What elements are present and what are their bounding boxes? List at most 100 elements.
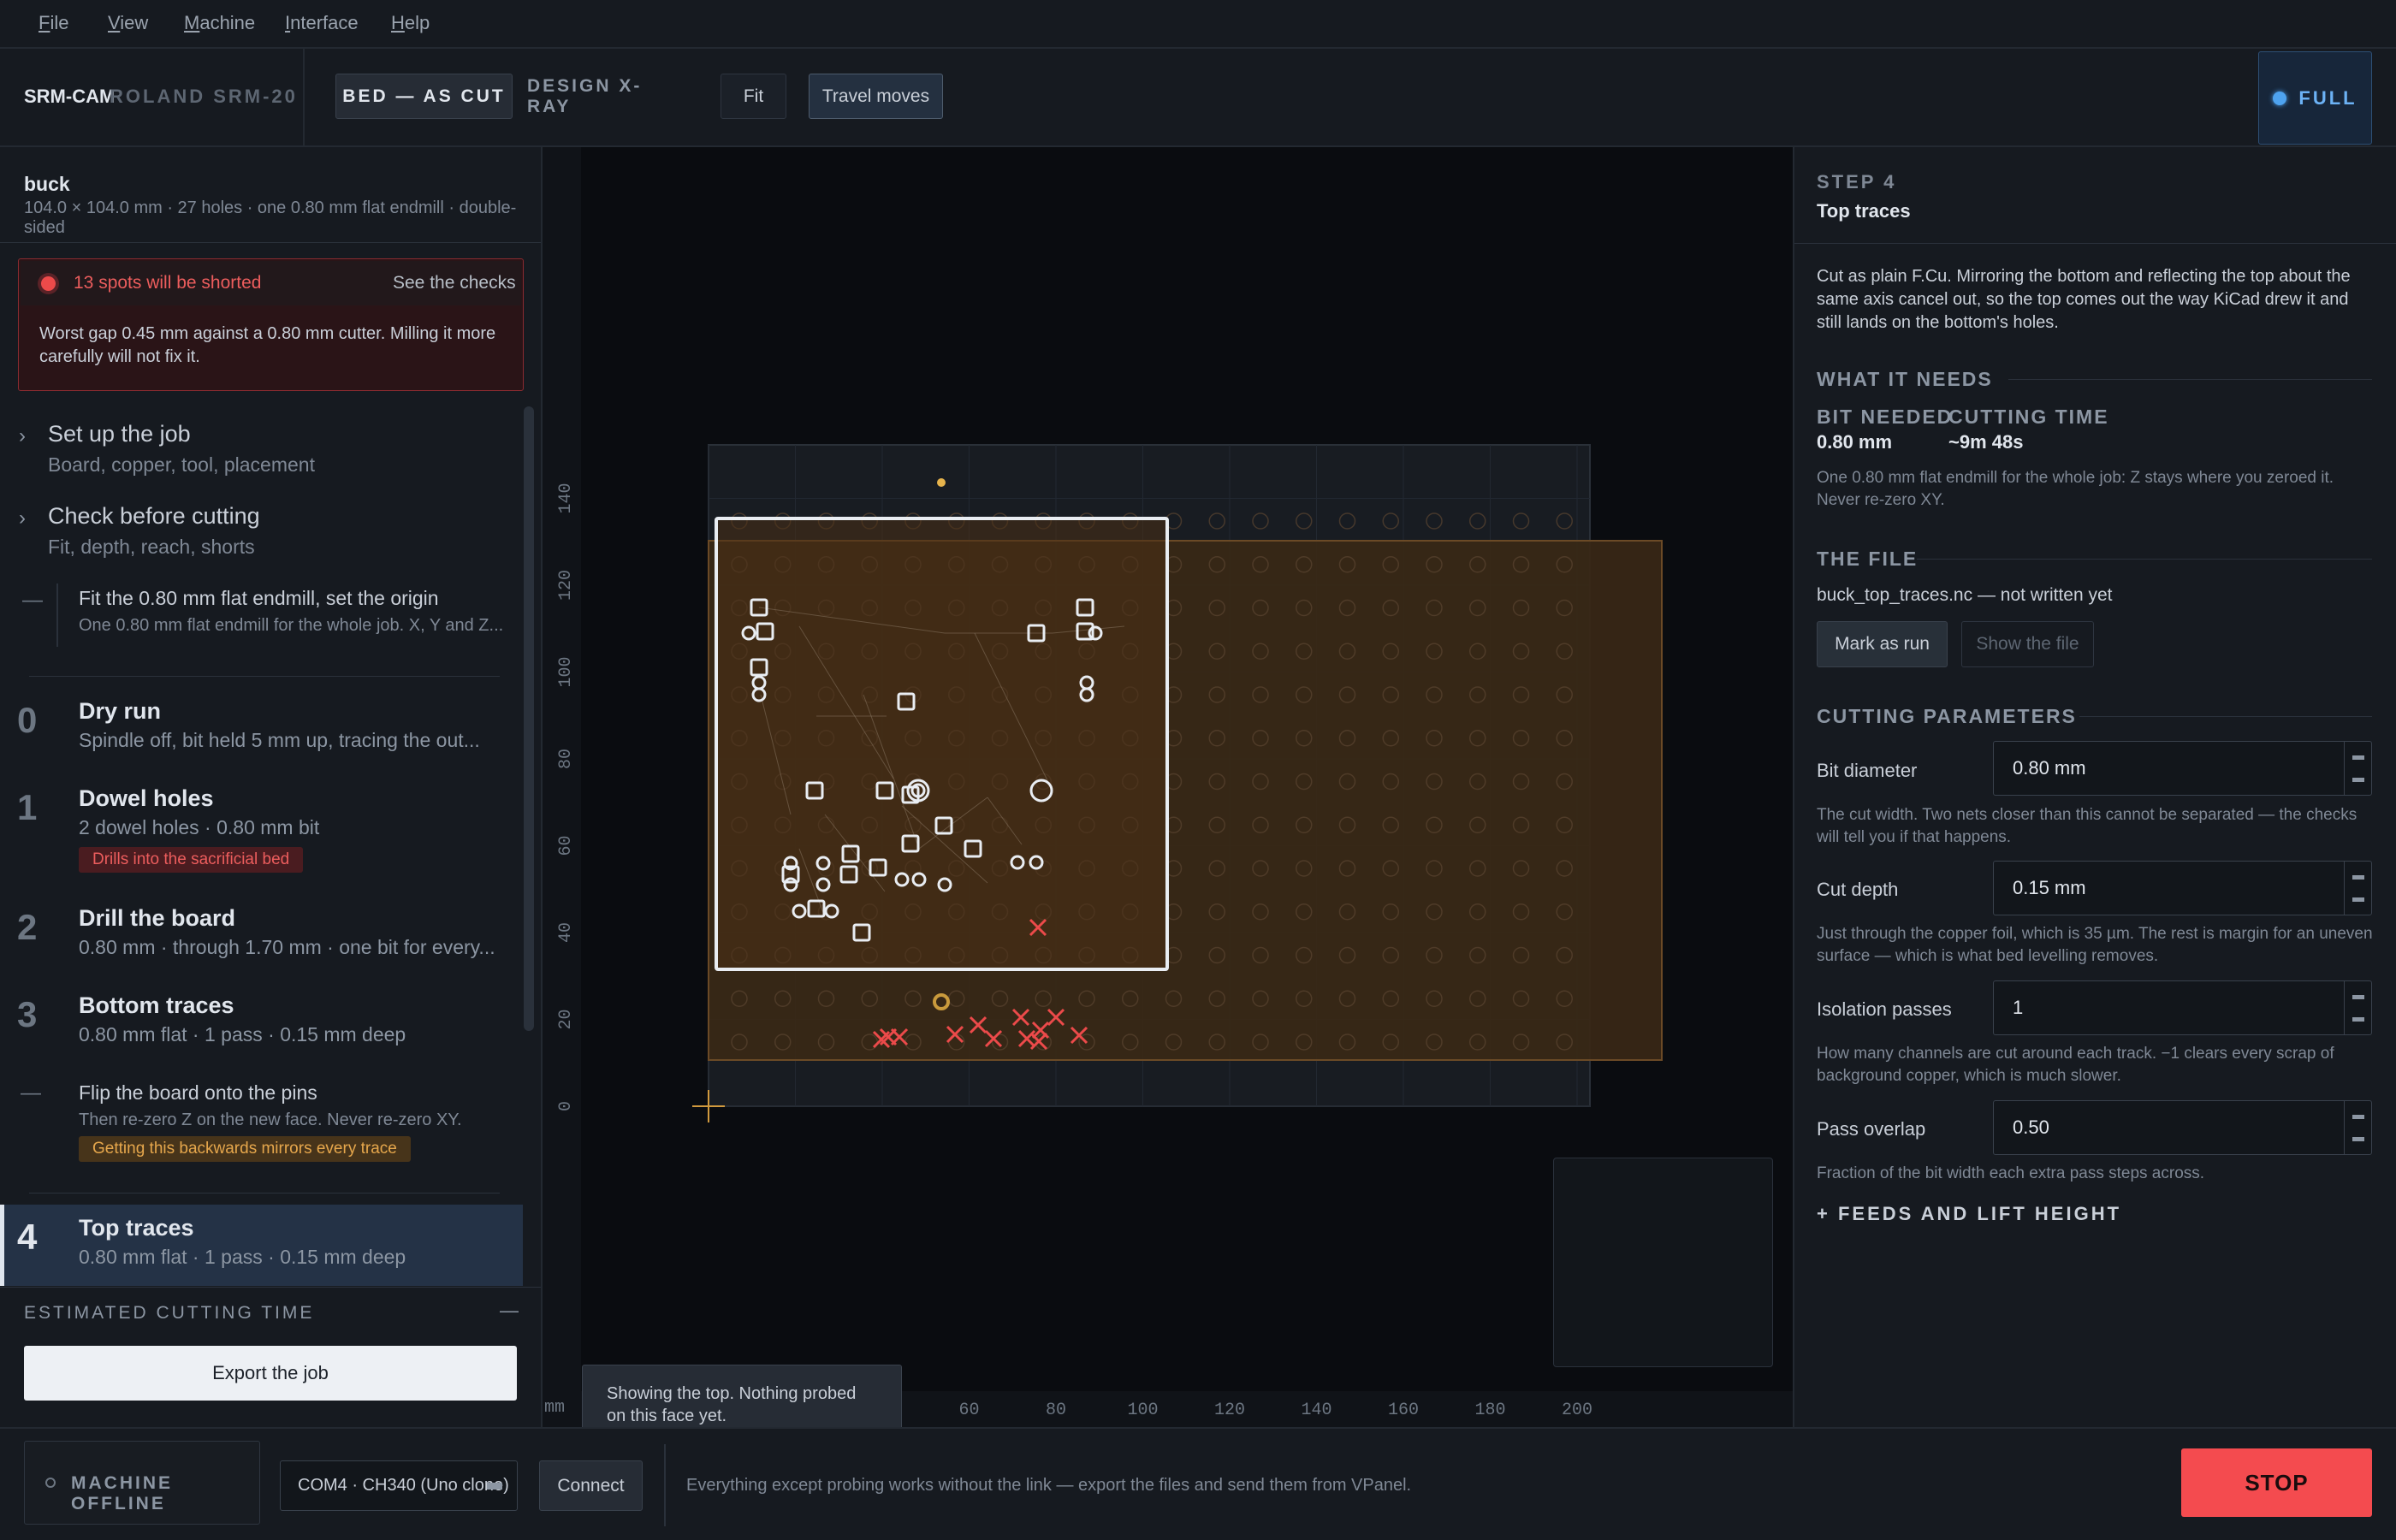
cut-depth-input[interactable]: 0.15 mm	[1993, 861, 2372, 915]
group-title: Set up the job	[48, 421, 191, 447]
cutting-time-label: CUTTING TIME	[1948, 406, 2109, 428]
bit-diameter-input[interactable]: 0.80 mm	[1993, 741, 2372, 796]
bed-canvas-pane[interactable]: 140120100806040200 406080100120140160180…	[543, 147, 2200, 1442]
step-sub: Spindle off, bit held 5 mm up, tracing t…	[79, 729, 480, 751]
x-tick-label: 100	[1127, 1401, 1158, 1420]
tab-design-xray[interactable]: DESIGN X-RAY	[526, 74, 683, 119]
field-value: 0.15 mm	[2013, 877, 2086, 898]
needs-heading: WHAT IT NEEDS	[1817, 368, 1993, 390]
x-tick-label: 180	[1474, 1401, 1505, 1420]
port-value: COM4 · CH340 (Uno clone)	[298, 1476, 509, 1495]
step-title: Bottom traces	[79, 992, 234, 1018]
file-heading: THE FILE	[1817, 548, 1919, 570]
step-flip-board[interactable]: — Flip the board onto the pins Then re-z…	[0, 1080, 522, 1174]
estimate-section: ESTIMATED CUTTING TIME — Export the job	[0, 1287, 541, 1427]
connect-button[interactable]: Connect	[539, 1460, 643, 1511]
menu-machine[interactable]: Machine	[184, 12, 255, 34]
stepper-icon[interactable]	[2344, 981, 2371, 1034]
group-sub: Fit, depth, reach, shorts	[48, 536, 255, 558]
show-file-button[interactable]: Show the file	[1961, 621, 2094, 667]
full-indicator-icon	[2273, 91, 2287, 105]
step-dowel-holes[interactable]: 1 Dowel holes 2 dowel holes · 0.80 mm bi…	[0, 782, 522, 893]
isolation-passes-help: How many channels are cut around each tr…	[1817, 1045, 2334, 1085]
step-dry-run[interactable]: 0 Dry run Spindle off, bit held 5 mm up,…	[0, 695, 522, 772]
caution-badge: Getting this backwards mirrors every tra…	[79, 1136, 411, 1162]
stepper-icon[interactable]	[2344, 742, 2371, 795]
isolation-passes-label: Isolation passes	[1817, 998, 1952, 1020]
menu-file[interactable]: File	[39, 12, 68, 34]
machine-name: ROLAND SRM-20	[110, 86, 298, 107]
travel-moves-toggle[interactable]: Travel moves	[809, 74, 943, 119]
full-label: FULL	[2298, 86, 2357, 109]
menu-help[interactable]: Help	[391, 12, 430, 34]
tab-bed-as-cut[interactable]: BED — AS CUT	[335, 74, 513, 119]
y-tick-label: 60	[556, 835, 576, 856]
bit-needed-value: 0.80 mm	[1817, 431, 1893, 453]
export-job-button[interactable]: Export the job	[24, 1346, 517, 1401]
y-tick-label: 0	[556, 1101, 576, 1111]
port-select[interactable]: COM4 · CH340 (Uno clone)	[280, 1460, 518, 1511]
chevron-right-icon: ›	[19, 424, 26, 447]
step-sub: One 0.80 mm flat endmill for the whole j…	[79, 616, 504, 635]
fit-endmill-step[interactable]: — Fit the 0.80 mm flat endmill, set the …	[0, 583, 513, 652]
group-setup[interactable]: › Set up the job Board, copper, tool, pl…	[0, 421, 513, 489]
y-tick-label: 20	[556, 1009, 576, 1029]
shorts-alert: 13 spots will be shorted See the checks …	[18, 258, 524, 391]
fit-button[interactable]: Fit	[721, 74, 786, 119]
error-dot-icon	[41, 276, 56, 291]
step-number: 1	[17, 787, 38, 827]
offline-note: Everything except probing works without …	[686, 1476, 1412, 1495]
sidebar-scrollbar[interactable]	[524, 406, 534, 1031]
menu-bar: File View Machine Interface Help	[0, 0, 2396, 49]
alert-title: 13 spots will be shorted	[74, 273, 262, 293]
stepper-icon[interactable]	[2344, 862, 2371, 915]
x-tick-label: 200	[1562, 1401, 1592, 1420]
app-name: SRM-CAM	[24, 86, 116, 107]
collapse-icon[interactable]: —	[500, 1300, 519, 1322]
step-label: STEP 4	[1817, 171, 1897, 192]
y-tick-label: 40	[556, 922, 576, 943]
pass-overlap-input[interactable]: 0.50	[1993, 1100, 2372, 1155]
y-tick-label: 120	[556, 570, 576, 601]
isolation-passes-input[interactable]: 1	[1993, 980, 2372, 1035]
step-number: 0	[17, 700, 38, 740]
step-drill-board[interactable]: 2 Drill the board 0.80 mm · through 1.70…	[0, 902, 522, 979]
cut-depth-help: Just through the copper foil, which is 3…	[1817, 925, 2373, 965]
field-value: 0.80 mm	[2013, 757, 2086, 779]
x-tick-label: 60	[958, 1401, 979, 1420]
step-dash: —	[22, 589, 43, 612]
step-title: Dowel holes	[79, 785, 214, 811]
step-sub: Then re-zero Z on the new face. Never re…	[79, 1111, 462, 1129]
status-bar: MACHINE OFFLINE COM4 · CH340 (Uno clone)…	[0, 1427, 2396, 1540]
group-sub: Board, copper, tool, placement	[48, 453, 315, 476]
mark-as-run-button[interactable]: Mark as run	[1817, 621, 1948, 667]
unit-label: mm	[544, 1398, 565, 1418]
group-check[interactable]: › Check before cutting Fit, depth, reach…	[0, 503, 513, 572]
step-top-traces-selected[interactable]: 4 Top traces 0.80 mm flat · 1 pass · 0.1…	[0, 1205, 523, 1286]
stop-button[interactable]: STOP	[2181, 1448, 2372, 1517]
machine-status: MACHINE OFFLINE	[24, 1441, 260, 1525]
menu-interface[interactable]: Interface	[285, 12, 359, 34]
x-tick-label: 140	[1301, 1401, 1331, 1420]
step-title: Dry run	[79, 698, 162, 724]
y-tick-label: 100	[556, 656, 576, 687]
step-sub: 0.80 mm · through 1.70 mm · one bit for …	[79, 936, 495, 958]
stepper-icon[interactable]	[2344, 1101, 2371, 1154]
offline-indicator-icon	[45, 1478, 56, 1488]
registration-pin-icon	[937, 478, 946, 487]
menu-view[interactable]: View	[108, 12, 148, 34]
full-view-button[interactable]: FULL	[2258, 51, 2372, 145]
bit-diameter-label: Bit diameter	[1817, 760, 1918, 781]
step-bottom-traces[interactable]: 3 Bottom traces 0.80 mm flat · 1 pass · …	[0, 989, 522, 1066]
step-title: Top traces	[79, 1215, 194, 1241]
step-sub: 0.80 mm flat · 1 pass · 0.15 mm deep	[79, 1023, 406, 1045]
cutting-time-value: ~9m 48s	[1948, 431, 2024, 453]
alert-body: Worst gap 0.45 mm against a 0.80 mm cutt…	[39, 324, 496, 366]
x-tick-label: 80	[1046, 1401, 1066, 1420]
divider	[0, 242, 541, 243]
feeds-expander[interactable]: + FEEDS AND LIFT HEIGHT	[1817, 1203, 2121, 1225]
see-checks-link[interactable]: See the checks	[393, 273, 516, 293]
x-tick-label: 120	[1214, 1401, 1245, 1420]
step-number: 4	[17, 1217, 38, 1257]
board-edge[interactable]	[715, 517, 1169, 971]
